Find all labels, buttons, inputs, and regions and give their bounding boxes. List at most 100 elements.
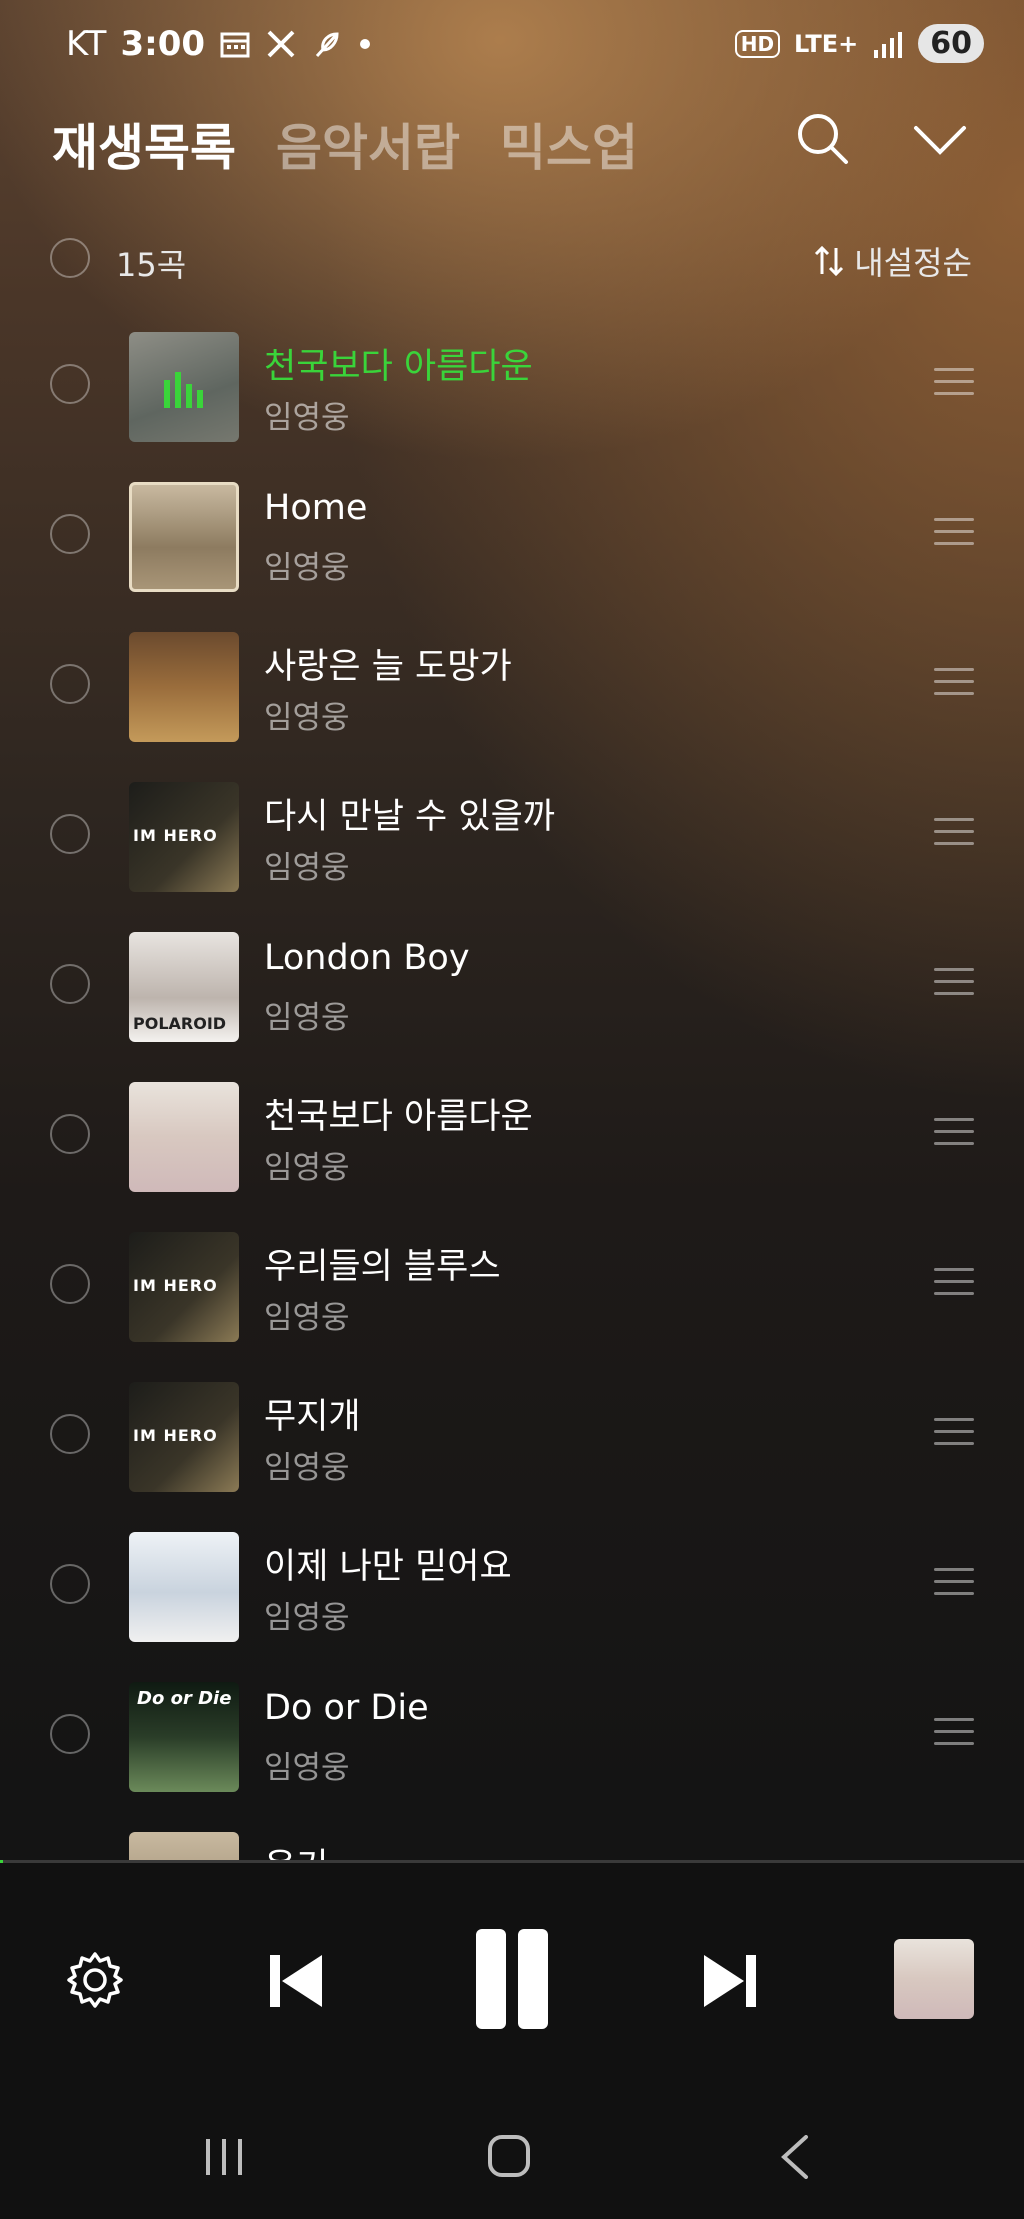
next-track-icon[interactable] [700,1951,760,2011]
song-artist: 임영웅 [264,700,350,736]
row-checkbox[interactable] [50,814,90,854]
album-art-text: POLAROID [133,1014,227,1033]
list-header: 15곡 내설정순 [0,230,1024,288]
now-playing-album-art[interactable] [894,1939,974,2019]
song-row[interactable]: 온기 [0,1820,1024,1860]
song-row[interactable]: POLAROID London Boy 임영웅 [0,920,1024,1070]
hd-icon: HD [734,29,781,58]
carrier-label: KT [66,24,107,64]
song-artist: 임영웅 [264,1600,350,1636]
song-artist: 임영웅 [264,1750,350,1786]
song-title: 사랑은 늘 도망가 [264,647,512,687]
song-row[interactable]: 사랑은 늘 도망가 임영웅 [0,620,1024,770]
sort-icon [815,245,844,277]
system-nav-bar [0,2059,1024,2219]
drag-handle-icon[interactable] [934,1568,974,1598]
album-art [129,1082,239,1192]
song-title: 무지개 [264,1397,361,1437]
tab-playlist[interactable]: 재생목록 [52,108,236,180]
song-title: Do or Die [264,1688,429,1728]
sort-label: 내설정순 [854,244,972,282]
song-artist: 임영웅 [264,1300,350,1336]
calendar-icon [219,28,251,60]
drag-handle-icon[interactable] [934,368,974,398]
album-art [129,1832,239,1860]
tab-mixup[interactable]: 믹스업 [500,108,638,180]
album-art: IM HERO [129,782,239,892]
row-checkbox[interactable] [50,1114,90,1154]
drag-handle-icon[interactable] [934,1118,974,1148]
song-row[interactable]: IM HERO 다시 만날 수 있을까 임영웅 [0,770,1024,920]
previous-track-icon[interactable] [266,1951,326,2011]
equalizer-icon [164,372,203,408]
song-title: 이제 나만 믿어요 [264,1547,512,1587]
recent-apps-icon[interactable] [204,2139,244,2175]
album-art-text: IM HERO [133,1276,218,1295]
album-art [129,632,239,742]
song-artist: 임영웅 [264,850,350,886]
row-checkbox[interactable] [50,1714,90,1754]
chevron-down-icon[interactable] [912,118,968,162]
drag-handle-icon[interactable] [934,668,974,698]
song-title: 온기 [264,1838,328,1860]
home-icon[interactable] [488,2135,530,2177]
song-row[interactable]: Do or Die Do or Die 임영웅 [0,1670,1024,1820]
song-title: Home [264,488,368,528]
song-artist: 임영웅 [264,550,350,586]
signal-icon [872,28,904,60]
battery-indicator: 60 [918,24,984,63]
drag-handle-icon[interactable] [934,518,974,548]
album-art: POLAROID [129,932,239,1042]
tab-music-drawer[interactable]: 음악서랍 [276,108,460,180]
select-all-checkbox[interactable] [50,238,90,278]
album-art [129,332,239,442]
row-checkbox[interactable] [50,1564,90,1604]
back-icon[interactable] [780,2135,810,2179]
song-artist: 임영웅 [264,1150,350,1186]
album-art [129,1532,239,1642]
clock: 3:00 [120,24,206,64]
drag-handle-icon[interactable] [934,1268,974,1298]
status-bar: KT 3:00 HD LTE+ 60 [0,0,1024,90]
row-checkbox[interactable] [50,364,90,404]
song-row[interactable]: 이제 나만 믿어요 임영웅 [0,1520,1024,1670]
gear-icon[interactable] [64,1949,126,2011]
row-checkbox[interactable] [50,664,90,704]
drag-handle-icon[interactable] [934,1418,974,1448]
drag-handle-icon[interactable] [934,818,974,848]
album-art: Do or Die [129,1682,239,1792]
song-row[interactable]: 천국보다 아름다운 임영웅 [0,320,1024,470]
sort-button[interactable]: 내설정순 [812,238,972,284]
song-title: 천국보다 아름다운 [264,347,533,387]
album-art: IM HERO [129,1382,239,1492]
song-artist: 임영웅 [264,1450,350,1486]
song-row[interactable]: Home 임영웅 [0,470,1024,620]
album-art-text: IM HERO [133,1426,218,1445]
song-row[interactable]: IM HERO 무지개 임영웅 [0,1370,1024,1520]
row-checkbox[interactable] [50,1264,90,1304]
lte-label: LTE+ [794,29,859,58]
row-checkbox[interactable] [50,964,90,1004]
album-art [129,482,239,592]
song-title: London Boy [264,938,470,978]
row-checkbox[interactable] [50,514,90,554]
song-artist: 임영웅 [264,1000,350,1036]
album-art: IM HERO [129,1232,239,1342]
player-bar [0,1863,1024,2059]
song-title: 다시 만날 수 있을까 [264,797,555,837]
drag-handle-icon[interactable] [934,968,974,998]
song-count: 15곡 [116,246,187,284]
row-checkbox[interactable] [50,1414,90,1454]
top-tabs: 재생목록 음악서랍 믹스업 [52,108,638,180]
song-row[interactable]: IM HERO 우리들의 블루스 임영웅 [0,1220,1024,1370]
drag-handle-icon[interactable] [934,1718,974,1748]
song-row[interactable]: 천국보다 아름다운 임영웅 [0,1070,1024,1220]
song-artist: 임영웅 [264,400,350,436]
x-icon [265,28,297,60]
song-list: 천국보다 아름다운 임영웅 Home 임영웅 사랑은 늘 도망가 임영웅 IM … [0,320,1024,1860]
search-icon[interactable] [796,110,850,170]
song-title: 우리들의 블루스 [264,1247,501,1287]
album-art-text: IM HERO [133,826,218,845]
dot-icon [357,28,389,60]
pause-icon[interactable] [472,1929,552,2029]
